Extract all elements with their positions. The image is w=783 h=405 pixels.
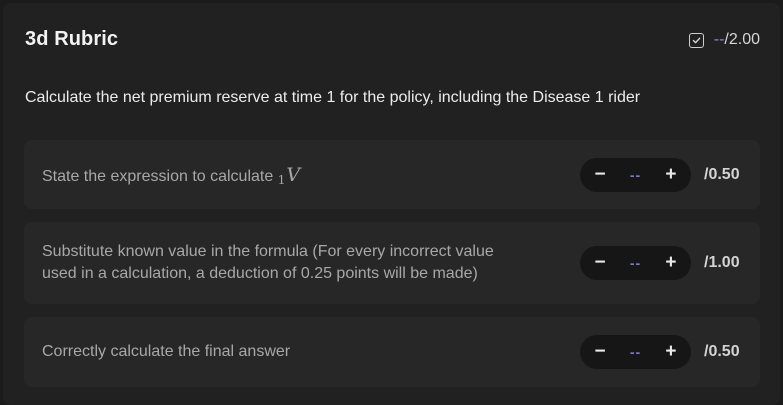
increment-button[interactable]: + <box>663 341 679 363</box>
increment-button[interactable]: + <box>663 252 679 274</box>
rubric-item-1: State the expression to calculate 1V − -… <box>24 140 760 209</box>
rubric-item-2-stepper: − -- + <box>580 246 691 280</box>
score-value[interactable]: -- <box>630 255 641 271</box>
rubric-item-1-max: /0.50 <box>704 166 740 183</box>
score-value[interactable]: -- <box>630 344 641 360</box>
increment-button[interactable]: + <box>663 164 679 186</box>
rubric-item-1-description: State the expression to calculate 1V <box>42 164 301 187</box>
rubric-item-3: Correctly calculate the final answer − -… <box>24 317 760 387</box>
rubric-item-3-stepper: − -- + <box>580 335 691 369</box>
reserve-math-expression: 1V <box>277 164 301 187</box>
rubric-item-2-max: /1.00 <box>704 254 740 271</box>
rubric-item-2: Substitute known value in the formula (F… <box>24 222 760 304</box>
checkbox-check-icon[interactable] <box>688 32 704 48</box>
rubric-panel: 3d Rubric -- /2.00 Calculate the net pre… <box>3 3 780 405</box>
score-value[interactable]: -- <box>630 167 641 183</box>
rubric-item-3-description: Correctly calculate the final answer <box>42 343 291 360</box>
decrement-button[interactable]: − <box>592 252 608 274</box>
rubric-title: 3d Rubric <box>25 28 119 50</box>
question-text: Calculate the net premium reserve at tim… <box>25 89 641 106</box>
decrement-button[interactable]: − <box>592 164 608 186</box>
total-score-max: /2.00 <box>724 31 760 48</box>
rubric-item-1-stepper: − -- + <box>580 158 691 192</box>
total-score: -- /2.00 <box>688 31 760 49</box>
rubric-item-2-description: Substitute known value in the formula (F… <box>42 243 494 282</box>
decrement-button[interactable]: − <box>592 341 608 363</box>
rubric-item-3-max: /0.50 <box>704 343 740 360</box>
total-score-current: -- <box>713 31 725 48</box>
